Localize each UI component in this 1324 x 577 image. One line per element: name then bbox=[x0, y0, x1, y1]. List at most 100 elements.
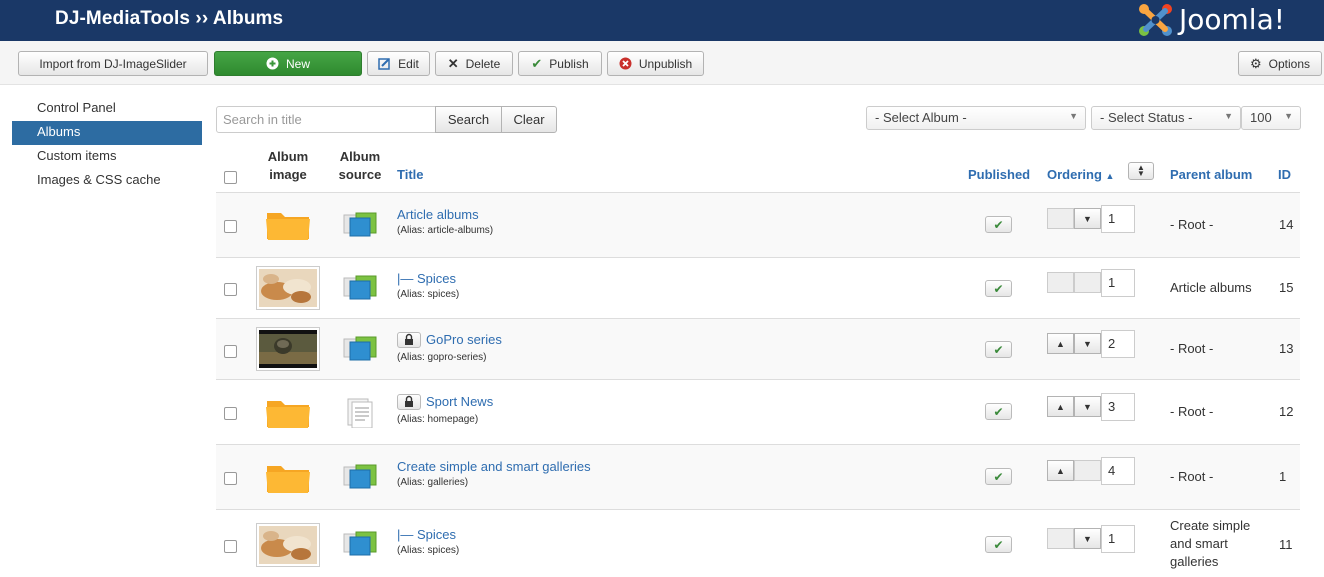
table-row: Sport News (Alias: homepage) ✔ ▲ ▼ 3 - R… bbox=[216, 380, 1300, 445]
album-title-link[interactable]: |— Spices bbox=[397, 271, 459, 286]
published-toggle[interactable]: ✔ bbox=[985, 536, 1012, 553]
plus-circle-icon bbox=[266, 57, 279, 70]
album-title-link[interactable]: Create simple and smart galleries bbox=[397, 459, 591, 474]
clear-button[interactable]: Clear bbox=[501, 106, 557, 133]
parent-album-line1: Create simple bbox=[1170, 518, 1251, 533]
header-title[interactable]: Title bbox=[397, 167, 424, 182]
joomla-logo-text: Joomla! bbox=[1179, 3, 1285, 36]
album-thumbnail bbox=[256, 523, 320, 567]
album-title-link[interactable]: Article albums bbox=[397, 207, 493, 222]
import-label: Import from DJ-ImageSlider bbox=[39, 56, 187, 71]
row-checkbox[interactable] bbox=[224, 540, 237, 553]
header-ordering-label: Ordering bbox=[1047, 167, 1102, 182]
header-album-source-line2: source bbox=[338, 167, 382, 182]
header-ordering[interactable]: Ordering ▲ bbox=[1047, 167, 1114, 182]
order-down-button[interactable]: ▼ bbox=[1074, 333, 1101, 354]
sidebar-item-albums[interactable]: Albums bbox=[12, 121, 202, 145]
toolbar: Import from DJ-ImageSlider New Edit ✕ De… bbox=[0, 41, 1324, 85]
sidebar-item-images-css-cache[interactable]: Images & CSS cache bbox=[12, 169, 202, 193]
order-down-placeholder bbox=[1074, 460, 1101, 481]
order-up-button[interactable]: ▲ bbox=[1047, 460, 1074, 481]
published-toggle[interactable]: ✔ bbox=[985, 216, 1012, 233]
order-up-button[interactable]: ▲ bbox=[1047, 396, 1074, 417]
album-thumbnail bbox=[256, 327, 320, 371]
sort-asc-icon: ▲ bbox=[1105, 171, 1115, 181]
album-select[interactable]: - Select Album - ▼ bbox=[866, 106, 1086, 130]
order-down-button[interactable]: ▼ bbox=[1074, 208, 1101, 229]
delete-label: Delete bbox=[465, 56, 501, 71]
parent-album-line2: and smart bbox=[1170, 536, 1228, 551]
status-select[interactable]: - Select Status - ▼ bbox=[1091, 106, 1241, 130]
ordering-controls: ▼ 1 bbox=[1047, 525, 1135, 553]
chevron-down-icon: ▼ bbox=[1284, 111, 1293, 121]
lock-icon[interactable] bbox=[397, 393, 421, 410]
album-id: 13 bbox=[1279, 341, 1294, 356]
order-input[interactable]: 1 bbox=[1101, 269, 1135, 297]
page-title: DJ-MediaTools ›› Albums bbox=[55, 8, 284, 29]
gopro-image bbox=[259, 330, 317, 368]
published-toggle[interactable]: ✔ bbox=[985, 468, 1012, 485]
order-input[interactable]: 1 bbox=[1101, 525, 1135, 553]
album-title-link[interactable]: |— Spices bbox=[397, 527, 459, 542]
header-published[interactable]: Published bbox=[968, 167, 1030, 182]
title-cell: GoPro series (Alias: gopro-series) bbox=[397, 331, 502, 363]
order-down-button[interactable]: ▼ bbox=[1074, 528, 1101, 549]
sidebar-item-custom-items[interactable]: Custom items bbox=[12, 145, 202, 169]
order-input[interactable]: 4 bbox=[1101, 457, 1135, 485]
title-cell: |— Spices (Alias: spices) bbox=[397, 271, 459, 300]
lock-icon[interactable] bbox=[397, 331, 421, 348]
album-title-link[interactable]: Sport News bbox=[426, 394, 493, 409]
import-button[interactable]: Import from DJ-ImageSlider bbox=[18, 51, 208, 76]
parent-album: - Root - bbox=[1170, 469, 1214, 484]
order-down-button[interactable]: ▼ bbox=[1074, 396, 1101, 417]
edit-label: Edit bbox=[398, 56, 419, 71]
unpublish-button[interactable]: Unpublish bbox=[607, 51, 704, 76]
row-checkbox[interactable] bbox=[224, 345, 237, 358]
order-input[interactable]: 3 bbox=[1101, 393, 1135, 421]
published-toggle[interactable]: ✔ bbox=[985, 280, 1012, 297]
save-order-button[interactable]: ▲ ▼ bbox=[1128, 162, 1154, 180]
options-button[interactable]: ⚙ Options bbox=[1238, 51, 1322, 76]
gallery-source-icon bbox=[343, 336, 377, 361]
sort-icon: ▲ ▼ bbox=[1137, 163, 1145, 178]
joomla-logo-icon bbox=[1139, 4, 1172, 36]
delete-button[interactable]: ✕ Delete bbox=[435, 51, 513, 76]
row-checkbox[interactable] bbox=[224, 407, 237, 420]
table-row: Create simple and smart galleries (Alias… bbox=[216, 445, 1300, 510]
lock-glyph bbox=[405, 395, 413, 407]
row-checkbox[interactable] bbox=[224, 472, 237, 485]
order-input[interactable]: 2 bbox=[1101, 330, 1135, 358]
parent-album: - Root - bbox=[1170, 404, 1214, 419]
select-all-checkbox[interactable] bbox=[224, 171, 237, 184]
published-toggle[interactable]: ✔ bbox=[985, 341, 1012, 358]
order-input[interactable]: 1 bbox=[1101, 205, 1135, 233]
check-icon: ✔ bbox=[531, 56, 543, 71]
title-cell: Article albums (Alias: article-albums) bbox=[397, 207, 493, 236]
chevron-down-icon: ▼ bbox=[1083, 533, 1092, 544]
ordering-controls: ▲ ▼ 2 bbox=[1047, 330, 1135, 358]
header-id[interactable]: ID bbox=[1278, 167, 1291, 182]
published-toggle[interactable]: ✔ bbox=[985, 403, 1012, 420]
limit-select[interactable]: 100 ▼ bbox=[1241, 106, 1301, 130]
sidebar-item-control-panel[interactable]: Control Panel bbox=[12, 97, 202, 121]
row-checkbox[interactable] bbox=[224, 220, 237, 233]
options-label: Options bbox=[1268, 56, 1310, 71]
header-album-source-line1: Album bbox=[339, 149, 381, 164]
header-parent-album[interactable]: Parent album bbox=[1170, 167, 1252, 182]
row-checkbox[interactable] bbox=[224, 283, 237, 296]
album-title-link[interactable]: GoPro series bbox=[426, 332, 502, 347]
edit-button[interactable]: Edit bbox=[367, 51, 430, 76]
publish-label: Publish bbox=[549, 56, 589, 71]
chevron-down-icon: ▼ bbox=[1069, 111, 1078, 121]
ordering-controls: ▼ 1 bbox=[1047, 205, 1135, 233]
publish-button[interactable]: ✔ Publish bbox=[518, 51, 602, 76]
order-up-button[interactable]: ▲ bbox=[1047, 333, 1074, 354]
order-up-placeholder bbox=[1047, 208, 1074, 229]
search-button[interactable]: Search bbox=[435, 106, 502, 133]
new-label: New bbox=[285, 56, 310, 71]
new-button[interactable]: New bbox=[214, 51, 362, 76]
table-row: Article albums (Alias: article-albums) ✔… bbox=[216, 193, 1300, 258]
gallery-source-icon bbox=[343, 275, 377, 300]
search-input[interactable]: Search in title bbox=[216, 106, 436, 133]
order-up-placeholder bbox=[1047, 528, 1074, 549]
